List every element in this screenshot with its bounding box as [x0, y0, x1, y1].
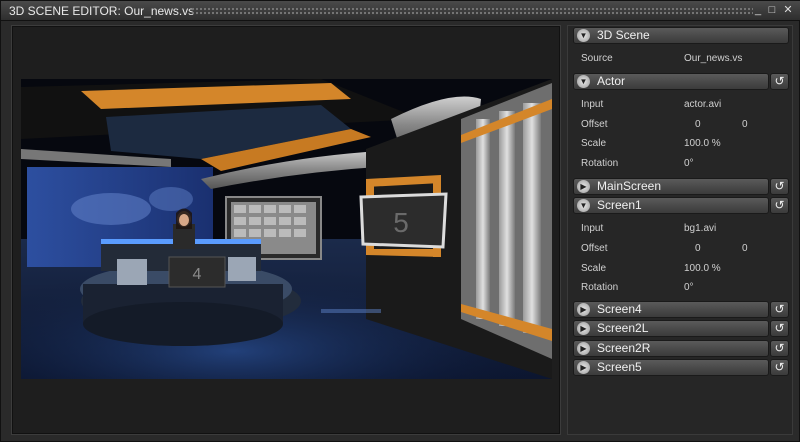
reset-icon[interactable]: ↺: [770, 178, 789, 195]
screen1-offset-y[interactable]: 0: [742, 243, 748, 254]
section-3d-scene[interactable]: ▼ 3D Scene: [573, 27, 789, 44]
section-label: Screen4: [597, 302, 642, 316]
collapse-icon: ▼: [577, 199, 590, 212]
section-mainscreen[interactable]: ▶ MainScreen: [573, 178, 769, 195]
reset-icon[interactable]: ↺: [770, 340, 789, 357]
source-label: Source: [581, 53, 613, 64]
input-label: Input: [581, 223, 604, 234]
collapse-icon: ▼: [577, 29, 590, 42]
section-label: 3D Scene: [597, 28, 650, 42]
window-title: 3D SCENE EDITOR: Our_news.vs: [9, 4, 195, 18]
reset-icon[interactable]: ↺: [770, 197, 789, 214]
screen5-number: 5: [393, 207, 409, 238]
reset-icon[interactable]: ↺: [770, 73, 789, 90]
expand-icon: ▶: [577, 361, 590, 374]
collapse-icon: ▼: [577, 75, 590, 88]
expand-icon: ▶: [577, 322, 590, 335]
actor-offset-x[interactable]: 0: [695, 119, 701, 130]
section-actor[interactable]: ▼ Actor: [573, 73, 769, 90]
section-screen4[interactable]: ▶ Screen4: [573, 301, 769, 318]
title-grip: [191, 7, 753, 15]
news-studio-render: 5 4: [21, 79, 552, 379]
actor-rotation-value[interactable]: 0°: [684, 158, 694, 169]
section-label: Actor: [597, 74, 626, 88]
rotation-label: Rotation: [581, 282, 619, 293]
actor-input-value[interactable]: actor.avi: [684, 99, 721, 110]
section-label: MainScreen: [597, 179, 662, 193]
minimize-icon[interactable]: _: [751, 4, 765, 17]
section-screen1[interactable]: ▼ Screen1: [573, 197, 769, 214]
section-label: Screen2R: [597, 341, 651, 355]
section-screen2l[interactable]: ▶ Screen2L: [573, 320, 769, 337]
screen4-number: 4: [193, 266, 202, 283]
title-bar[interactable]: 3D SCENE EDITOR: Our_news.vs _ □ ✕: [1, 1, 800, 21]
section-screen5[interactable]: ▶ Screen5: [573, 359, 769, 376]
reset-icon[interactable]: ↺: [770, 320, 789, 337]
screen1-offset-x[interactable]: 0: [695, 243, 701, 254]
actor-offset-y[interactable]: 0: [742, 119, 748, 130]
offset-label: Offset: [581, 119, 608, 130]
source-value[interactable]: Our_news.vs: [684, 53, 742, 64]
section-label: Screen2L: [597, 321, 649, 335]
scale-label: Scale: [581, 138, 607, 149]
section-label: Screen5: [597, 360, 642, 374]
reset-icon[interactable]: ↺: [770, 359, 789, 376]
input-label: Input: [581, 99, 604, 110]
screen1-scale-value[interactable]: 100.0 %: [684, 263, 721, 274]
reset-icon[interactable]: ↺: [770, 301, 789, 318]
expand-icon: ▶: [577, 342, 590, 355]
screen1-input-value[interactable]: bg1.avi: [684, 223, 716, 234]
expand-icon: ▶: [577, 180, 590, 193]
maximize-icon[interactable]: □: [765, 4, 779, 17]
screen1-rotation-value[interactable]: 0°: [684, 282, 694, 293]
rotation-label: Rotation: [581, 158, 619, 169]
offset-label: Offset: [581, 243, 608, 254]
scene-viewport[interactable]: 5 4: [21, 79, 552, 379]
actor-scale-value[interactable]: 100.0 %: [684, 138, 721, 149]
close-icon[interactable]: ✕: [781, 4, 795, 17]
section-label: Screen1: [597, 198, 642, 212]
scale-label: Scale: [581, 263, 607, 274]
expand-icon: ▶: [577, 303, 590, 316]
scene-editor-window: 3D SCENE EDITOR: Our_news.vs _ □ ✕ 5 4 ▼…: [0, 0, 800, 442]
section-screen2r[interactable]: ▶ Screen2R: [573, 340, 769, 357]
